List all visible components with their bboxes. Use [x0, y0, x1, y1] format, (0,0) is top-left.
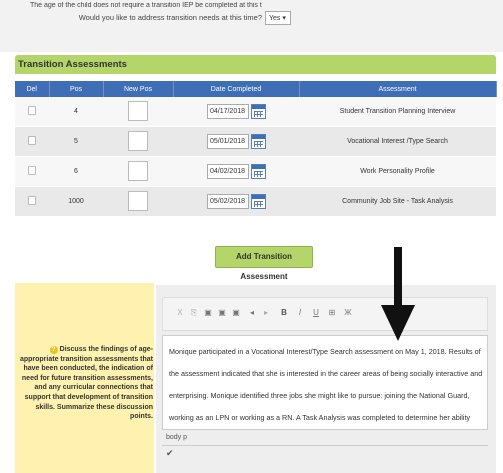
- table-icon[interactable]: ⊞: [327, 307, 337, 319]
- col-header-assessment: Assessment: [299, 81, 497, 97]
- assessment-cell: Work Personality Profile: [299, 156, 496, 187]
- col-header-pos: Pos: [49, 81, 104, 97]
- editor-toolbar: X ⎘ ▣ ▣ ▣ ◂ ▸ B I U ⊞ Ж: [162, 297, 488, 331]
- transition-question-label: Would you like to address transition nee…: [78, 13, 262, 22]
- pos-cell: 6: [49, 156, 103, 187]
- editor-content: Monique participated in a Vocational Int…: [169, 347, 483, 422]
- table-row: 5 05/01/2018 Vocational Interest /Type S…: [15, 126, 496, 157]
- element-path: body p: [166, 434, 188, 441]
- assessments-table: Del Pos New Pos Date Completed Assessmen…: [15, 81, 497, 217]
- discussion-hint: ? Discuss the findings of age-appropriate…: [17, 345, 153, 422]
- col-header-date-completed: Date Completed: [173, 81, 300, 97]
- bold-button[interactable]: B: [279, 307, 289, 319]
- transition-needs-select[interactable]: Yes ▾: [265, 11, 291, 25]
- new-pos-input[interactable]: [128, 160, 148, 181]
- calendar-icon[interactable]: [250, 194, 266, 209]
- section-title: Transition Assessments: [18, 59, 127, 70]
- spellcheck-icon[interactable]: ✔: [166, 448, 174, 459]
- delete-checkbox[interactable]: [28, 166, 36, 175]
- delete-checkbox[interactable]: [28, 136, 36, 145]
- assessment-cell: Community Job Site - Task Analysis: [299, 186, 496, 217]
- down-arrow-annotation: [381, 247, 415, 341]
- italic-button[interactable]: I: [295, 307, 305, 319]
- age-notice-text: The age of the child does not require a …: [30, 2, 262, 9]
- date-input[interactable]: 05/02/2018: [206, 194, 249, 209]
- date-input[interactable]: 04/02/2018: [206, 164, 249, 179]
- paste-icon[interactable]: ▣: [203, 307, 213, 319]
- pos-cell: 4: [49, 97, 103, 127]
- pos-cell: 1000: [49, 186, 103, 217]
- new-pos-input[interactable]: [128, 130, 148, 151]
- underline-button[interactable]: U: [311, 307, 321, 319]
- calendar-icon[interactable]: [250, 164, 266, 179]
- rich-text-editor: X ⎘ ▣ ▣ ▣ ◂ ▸ B I U ⊞ Ж Monique particip…: [156, 285, 496, 473]
- calendar-icon[interactable]: [250, 134, 266, 149]
- transition-assessments-header: Transition Assessments: [15, 55, 496, 74]
- col-header-del: Del: [15, 81, 50, 97]
- pos-cell: 5: [49, 126, 103, 157]
- assessment-cell: Vocational Interest /Type Search: [299, 126, 496, 157]
- hint-text: Discuss the findings of age-appropriate …: [19, 346, 153, 421]
- copy-icon[interactable]: ⎘: [189, 307, 199, 319]
- table-row: 6 04/02/2018 Work Personality Profile: [15, 156, 496, 187]
- calendar-icon[interactable]: [250, 104, 266, 119]
- cut-icon[interactable]: X: [175, 307, 185, 319]
- assessment-cell: Student Transition Planning Interview: [299, 97, 496, 127]
- table-row: 1000 05/02/2018 Community Job Site - Tas…: [15, 186, 496, 217]
- redo-icon[interactable]: ▸: [261, 307, 271, 319]
- col-header-new-pos: New Pos: [103, 81, 174, 97]
- delete-checkbox[interactable]: [28, 196, 36, 205]
- add-transition-assessment-button[interactable]: Add Transition Assessment: [215, 246, 313, 281]
- delete-checkbox[interactable]: [28, 106, 36, 115]
- editor-statusbar: body p: [162, 431, 488, 446]
- editor-textarea[interactable]: Monique participated in a Vocational Int…: [162, 335, 488, 430]
- special-char-icon[interactable]: Ж: [343, 307, 353, 319]
- paste-text-icon[interactable]: ▣: [217, 307, 227, 319]
- date-input[interactable]: 05/01/2018: [206, 134, 249, 149]
- paste-word-icon[interactable]: ▣: [231, 307, 241, 319]
- undo-icon[interactable]: ◂: [247, 307, 257, 319]
- new-pos-input[interactable]: [128, 190, 148, 211]
- table-row: 4 04/17/2018 Student Transition Planning…: [15, 97, 496, 127]
- new-pos-input[interactable]: [128, 100, 148, 121]
- info-icon: ?: [49, 346, 58, 354]
- date-input[interactable]: 04/17/2018: [206, 104, 249, 119]
